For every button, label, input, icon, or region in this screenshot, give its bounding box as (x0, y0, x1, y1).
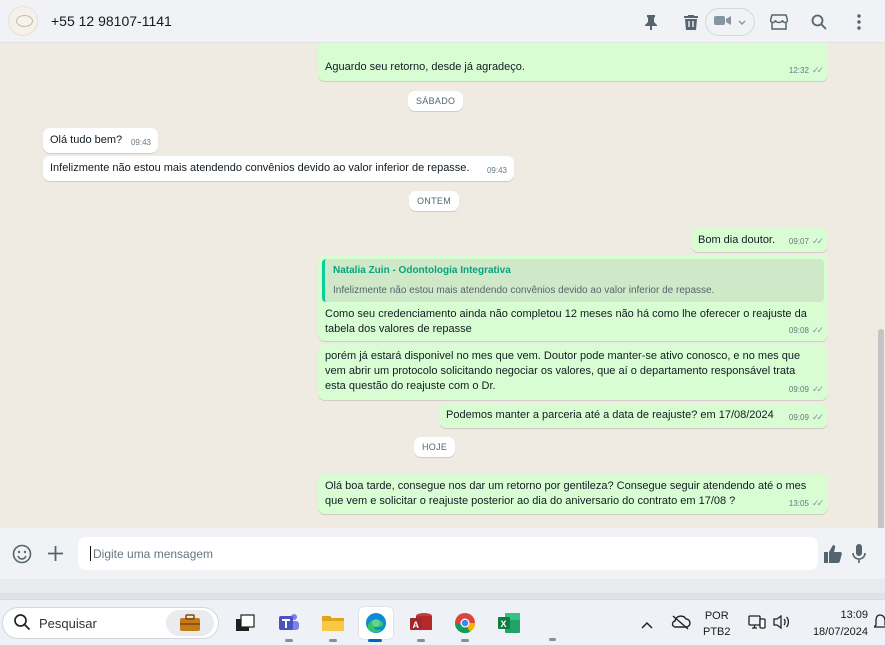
chevron-down-icon (738, 13, 746, 31)
taskbar-search-placeholder: Pesquisar (39, 615, 97, 631)
message-time: 13:05 (788, 499, 809, 508)
message-time: 09:07 (788, 237, 809, 246)
message-text: Infelizmente não estou mais atendendo co… (50, 162, 470, 174)
chat-header: +55 12 98107-1141 (0, 0, 885, 43)
message-text: porém já estará disponivel no mes que ve… (325, 350, 801, 392)
notification-bell-icon[interactable] (872, 613, 885, 636)
chat-messages[interactable]: Aguardo seu retorno, desde já agradeço. … (0, 43, 885, 528)
contact-avatar[interactable] (8, 6, 38, 36)
message-outgoing[interactable]: Podemos manter a parceria até a data de … (439, 403, 828, 428)
double-check-icon: ✓✓ (811, 65, 824, 75)
search-icon (13, 613, 31, 634)
message-input-placeholder: Digite uma mensagem (93, 546, 214, 561)
contact-name[interactable]: +55 12 98107-1141 (51, 13, 172, 29)
date-separator: ONTEM (409, 191, 459, 211)
svg-text:X: X (501, 619, 507, 629)
message-text: Podemos manter a parceria até a data de … (446, 409, 774, 421)
double-check-icon: ✓✓ (811, 412, 824, 422)
clock-time: 13:09 (840, 609, 868, 621)
file-explorer-icon[interactable] (316, 607, 350, 642)
edge-icon[interactable] (359, 607, 393, 642)
search-icon[interactable] (808, 11, 830, 33)
message-text: Aguardo seu retorno, desde já agradeço. (325, 61, 525, 73)
message-text: Olá boa tarde, consegue nos dar um retor… (325, 480, 807, 507)
windows-taskbar: Pesquisar A X POR PTB2 13:09 18/07/2024 (0, 599, 885, 645)
window-bottom-strip (0, 579, 885, 599)
clock-date: 18/07/2024 (812, 626, 868, 638)
emoji-icon[interactable] (12, 544, 32, 569)
quoted-author: Natalia Zuin - Odontologia Integrativa (333, 265, 511, 276)
taskbar-search[interactable]: Pesquisar (2, 607, 219, 639)
message-outgoing[interactable]: Olá boa tarde, consegue nos dar um retor… (318, 474, 828, 514)
quoted-text: Infelizmente não estou mais atendendo co… (333, 285, 715, 296)
chat-scrollbar[interactable] (878, 329, 884, 528)
double-check-icon: ✓✓ (811, 236, 824, 246)
video-call-icon (714, 13, 732, 31)
message-text: Bom dia doutor. (698, 234, 776, 246)
message-time: 12:32 (788, 66, 809, 75)
excel-icon[interactable]: X (492, 607, 526, 639)
language-indicator[interactable]: POR PTB2 (703, 608, 731, 640)
pin-icon[interactable] (640, 11, 662, 33)
video-call-button[interactable] (705, 7, 755, 36)
double-check-icon: ✓✓ (811, 384, 824, 394)
task-view-icon[interactable] (228, 607, 262, 639)
message-outgoing[interactable]: Aguardo seu retorno, desde já agradeço. … (318, 43, 828, 81)
menu-icon[interactable] (848, 11, 870, 33)
message-time: 09:09 (788, 413, 809, 422)
double-check-icon: ✓✓ (811, 325, 824, 335)
network-icon[interactable] (748, 614, 766, 635)
store-icon[interactable] (768, 11, 790, 33)
like-icon[interactable] (823, 544, 843, 569)
keyboard-layout: PTB2 (703, 626, 731, 638)
attach-plus-icon[interactable] (47, 545, 64, 567)
message-outgoing[interactable]: porém já estará disponivel no mes que ve… (318, 344, 828, 400)
microphone-icon[interactable] (851, 543, 867, 569)
quoted-message[interactable]: Natalia Zuin - Odontologia Integrativa I… (322, 259, 824, 302)
teams-icon[interactable] (272, 607, 306, 642)
message-time: 09:09 (788, 385, 809, 394)
message-time: 09:43 (130, 138, 151, 147)
message-input[interactable]: Digite uma mensagem (78, 537, 818, 570)
date-separator: HOJE (414, 437, 456, 457)
message-incoming[interactable]: Infelizmente não estou mais atendendo co… (43, 156, 514, 181)
volume-icon[interactable] (773, 614, 791, 635)
chrome-icon[interactable] (448, 607, 482, 642)
system-clock[interactable]: 13:09 18/07/2024 (813, 607, 868, 641)
language-code: POR (704, 610, 729, 622)
svg-text:A: A (413, 620, 420, 630)
message-time: 09:08 (788, 326, 809, 335)
message-incoming[interactable]: Olá tudo bem? 09:43 (43, 128, 158, 153)
access-icon[interactable]: A (404, 607, 438, 642)
briefcase-icon (166, 610, 214, 636)
message-time: 09:43 (486, 166, 507, 175)
date-separator: SÁBADO (408, 91, 464, 111)
chevron-up-icon[interactable] (641, 616, 653, 634)
message-text: Como seu credenciamento ainda não comple… (325, 308, 807, 335)
message-outgoing[interactable]: Bom dia doutor. 09:07 ✓✓ (691, 228, 828, 252)
message-outgoing-reply[interactable]: Natalia Zuin - Odontologia Integrativa I… (318, 255, 828, 341)
cloud-off-icon[interactable] (671, 614, 691, 635)
delete-icon[interactable] (680, 11, 702, 33)
taskbar-app-indicator (549, 638, 556, 641)
double-check-icon: ✓✓ (811, 498, 824, 508)
message-text: Olá tudo bem? (50, 134, 123, 146)
